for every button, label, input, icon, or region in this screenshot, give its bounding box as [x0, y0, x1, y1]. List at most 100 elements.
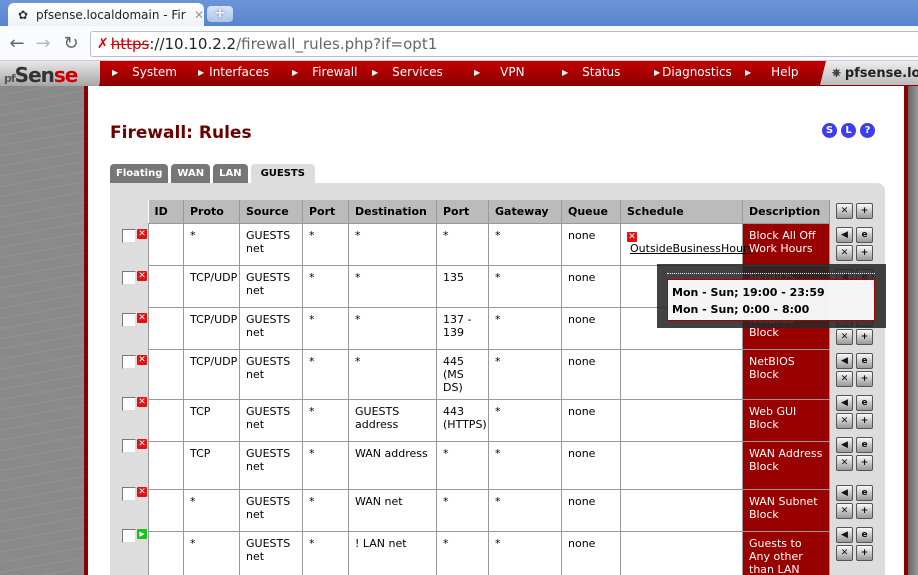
- rule-checkbox[interactable]: [122, 271, 136, 285]
- delete-rule-icon[interactable]: ✕: [836, 371, 853, 387]
- rule-select: ✕: [122, 355, 147, 369]
- rule-actions: ◀e✕+: [836, 437, 874, 471]
- delete-rule-icon[interactable]: ✕: [836, 329, 853, 345]
- move-rule-icon[interactable]: ◀: [836, 437, 853, 453]
- cell-destination: ! LAN net: [348, 530, 437, 575]
- block-action-icon[interactable]: ✕: [137, 397, 147, 407]
- edit-rule-icon[interactable]: e: [856, 485, 873, 501]
- edit-rule-icon[interactable]: e: [856, 527, 873, 543]
- block-action-icon[interactable]: ✕: [137, 313, 147, 323]
- cell-schedule: [620, 398, 743, 442]
- cell-queue: none: [561, 488, 621, 532]
- delete-rule-icon[interactable]: ✕: [836, 455, 853, 471]
- table-row[interactable]: TCP GUESTS net * GUESTS address 443 (HTTPS) *…: [148, 398, 830, 442]
- block-action-icon[interactable]: ✕: [137, 487, 147, 497]
- close-tab-icon[interactable]: ✕: [194, 8, 204, 22]
- browser-tab[interactable]: ✿ pfsense.localdomain - Firewall ✕: [8, 3, 204, 26]
- cell-gateway: *: [488, 440, 562, 490]
- cell-description: NetBIOS Block: [742, 348, 830, 400]
- delete-rule-icon[interactable]: ✕: [836, 413, 853, 429]
- edit-rule-icon[interactable]: e: [856, 395, 873, 411]
- quick-links: S L ?: [822, 123, 875, 138]
- status-shortcut-icon[interactable]: S: [822, 123, 837, 138]
- move-rule-icon[interactable]: ◀: [836, 485, 853, 501]
- cell-destination: *: [348, 348, 437, 400]
- tab-wan[interactable]: WAN: [171, 164, 211, 183]
- menu-diagnostics[interactable]: ▶ Diagnostics: [654, 65, 732, 79]
- reload-icon[interactable]: ↻: [60, 33, 82, 54]
- cell-proto: TCP/UDP: [183, 264, 240, 308]
- cell-source: GUESTS net: [239, 488, 303, 532]
- menu-arrow-icon: ▶: [198, 67, 205, 77]
- rule-checkbox[interactable]: [122, 439, 136, 453]
- network-icon: ⎈: [832, 66, 841, 79]
- add-rule-based-on-icon[interactable]: +: [856, 545, 873, 561]
- add-rule-icon[interactable]: +: [856, 203, 873, 219]
- help-icon[interactable]: ?: [860, 123, 875, 138]
- rule-checkbox[interactable]: [122, 529, 136, 543]
- add-rule-based-on-icon[interactable]: +: [856, 503, 873, 519]
- back-arrow-icon[interactable]: ←: [6, 33, 28, 54]
- rule-checkbox[interactable]: [122, 313, 136, 327]
- new-tab-button[interactable]: +: [207, 6, 233, 22]
- delete-selected-icon[interactable]: ✕: [836, 203, 853, 219]
- move-rule-icon[interactable]: ◀: [836, 395, 853, 411]
- add-rule-based-on-icon[interactable]: +: [856, 371, 873, 387]
- cell-gateway: *: [488, 530, 562, 575]
- cell-schedule: [620, 440, 743, 490]
- tab-lan[interactable]: LAN: [213, 164, 248, 183]
- block-action-icon[interactable]: ✕: [137, 439, 147, 449]
- table-row[interactable]: TCP/UDP GUESTS net * * 445 (MS DS) * none NetBI…: [148, 348, 830, 400]
- cell-source-port: *: [302, 264, 349, 308]
- rule-checkbox[interactable]: [122, 487, 136, 501]
- table-row[interactable]: * GUESTS net * * * * none ✕ OutsideBusinessHours…: [148, 222, 830, 266]
- schedule-link[interactable]: OutsideBusinessHours: [630, 242, 753, 255]
- table-row[interactable]: TCP GUESTS net * WAN address * * none WAN Addre…: [148, 440, 830, 490]
- block-action-icon[interactable]: ✕: [137, 271, 147, 281]
- move-rule-icon[interactable]: ◀: [836, 527, 853, 543]
- cell-source-port: *: [302, 398, 349, 442]
- forward-arrow-icon[interactable]: →: [32, 33, 54, 54]
- rule-checkbox[interactable]: [122, 229, 136, 243]
- table-header-row: ID Proto Source Port Destination Port Ga…: [148, 200, 830, 223]
- cell-dest-port: 443 (HTTPS): [436, 398, 489, 442]
- move-rule-icon[interactable]: ◀: [836, 227, 853, 243]
- cell-proto: TCP: [183, 440, 240, 490]
- menu-firewall[interactable]: ▶ Firewall: [292, 65, 357, 79]
- edit-rule-icon[interactable]: e: [856, 227, 873, 243]
- col-gateway: Gateway: [488, 200, 562, 223]
- delete-rule-icon[interactable]: ✕: [836, 245, 853, 261]
- menu-arrow-icon: ▶: [562, 67, 569, 77]
- menu-status[interactable]: ▶ Status: [562, 65, 620, 79]
- menu-help[interactable]: ▶ Help: [745, 65, 799, 79]
- move-rule-icon[interactable]: ◀: [836, 353, 853, 369]
- menu-services[interactable]: ▶ Services: [372, 65, 443, 79]
- block-action-icon[interactable]: ✕: [137, 229, 147, 239]
- tab-floating[interactable]: Floating: [110, 164, 169, 183]
- menu-system[interactable]: ▶ System: [112, 65, 177, 79]
- table-row[interactable]: * GUESTS net *! LAN net * * none Guests to Any…: [148, 530, 830, 575]
- edit-rule-icon[interactable]: e: [856, 437, 873, 453]
- log-shortcut-icon[interactable]: L: [841, 123, 856, 138]
- menu-vpn[interactable]: ▶ VPN: [474, 65, 525, 79]
- col-id: ID: [148, 200, 184, 223]
- delete-rule-icon[interactable]: ✕: [836, 503, 853, 519]
- add-rule-based-on-icon[interactable]: +: [856, 455, 873, 471]
- rule-checkbox[interactable]: [122, 397, 136, 411]
- add-rule-based-on-icon[interactable]: +: [856, 329, 873, 345]
- rule-checkbox[interactable]: [122, 355, 136, 369]
- table-row[interactable]: * GUESTS net * WAN net * * none WAN Subnet Bloc…: [148, 488, 830, 532]
- edit-rule-icon[interactable]: e: [856, 353, 873, 369]
- cell-proto: TCP/UDP: [183, 306, 240, 350]
- add-rule-based-on-icon[interactable]: +: [856, 413, 873, 429]
- cell-proto: *: [183, 488, 240, 532]
- add-rule-based-on-icon[interactable]: +: [856, 245, 873, 261]
- address-bar[interactable]: ✗ https ://10.10.2.2 /firewall_rules.php…: [90, 31, 918, 57]
- cell-dest-port: *: [436, 440, 489, 490]
- delete-rule-icon[interactable]: ✕: [836, 545, 853, 561]
- block-action-icon[interactable]: ✕: [137, 355, 147, 365]
- tab-guests[interactable]: GUESTS: [250, 164, 315, 184]
- menu-interfaces[interactable]: ▶ Interfaces: [198, 65, 269, 79]
- tooltip-line: Mon - Sun; 19:00 - 23:59: [672, 286, 825, 299]
- pass-action-icon[interactable]: ▶: [137, 529, 147, 539]
